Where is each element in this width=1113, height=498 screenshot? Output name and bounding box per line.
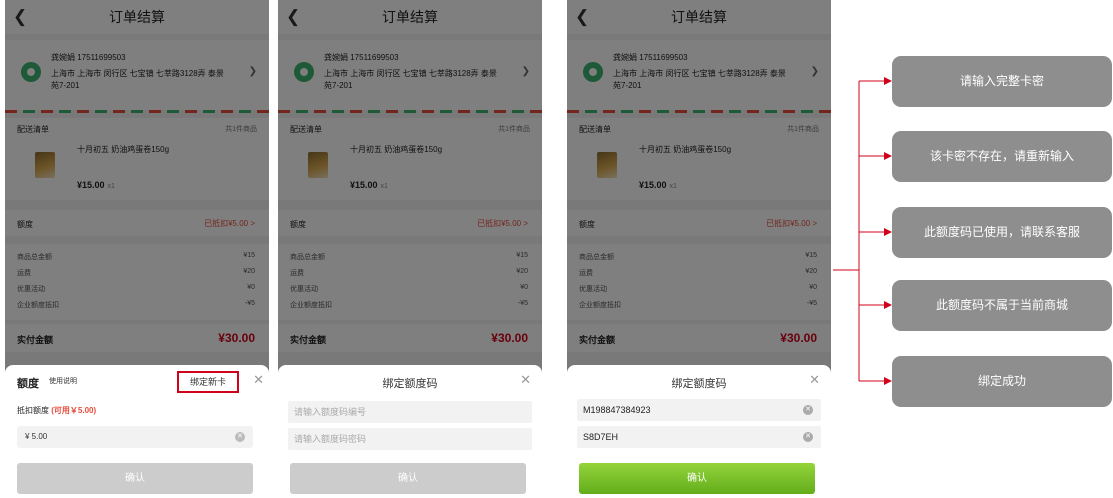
sheet-title: 绑定额度码 [671, 378, 727, 390]
code-password-input[interactable] [577, 426, 821, 448]
amount-input[interactable]: ¥ 5.00 ✕ [17, 426, 253, 448]
code-number-input[interactable] [288, 401, 532, 423]
phone-screen-bind-filled: ❮ 订单结算 龚婉娟 17511699503 上海市 上海市 闵行区 七宝镇 七… [567, 0, 831, 498]
available-amount: (可用￥5.00) [51, 406, 97, 415]
clear-icon[interactable]: ✕ [235, 432, 245, 442]
bind-code-sheet: 绑定额度码 ✕ 确认 [278, 365, 542, 498]
clear-icon[interactable]: ✕ [803, 432, 813, 442]
close-icon[interactable]: ✕ [809, 372, 820, 388]
amount-value: ¥ 5.00 [25, 432, 48, 441]
code-password-input[interactable] [288, 428, 532, 450]
deduct-label: 抵扣额度 (可用￥5.00) [17, 406, 97, 415]
quota-sheet: 额度 使用说明 绑定新卡 ✕ 抵扣额度 (可用￥5.00) ¥ 5.00 ✕ 确… [5, 365, 269, 498]
message-success: 绑定成功 [892, 356, 1112, 407]
code-number-input[interactable] [577, 399, 821, 421]
clear-icon[interactable]: ✕ [803, 405, 813, 415]
phone-screen-quota: ❮ 订单结算 龚婉娟 17511699503 上海市 上海市 闵行区 七宝镇 七… [5, 0, 269, 498]
bind-code-sheet: 绑定额度码 ✕ ✕ ✕ 确认 [567, 365, 831, 498]
close-icon[interactable]: ✕ [520, 372, 531, 388]
sheet-title: 绑定额度码 [382, 378, 438, 390]
message-incomplete: 请输入完整卡密 [892, 56, 1112, 107]
confirm-button[interactable]: 确认 [17, 463, 253, 494]
message-used: 此额度码已使用，请联系客服 [892, 207, 1112, 258]
phone-screen-bind-empty: ❮ 订单结算 龚婉娟 17511699503 上海市 上海市 闵行区 七宝镇 七… [278, 0, 542, 498]
message-not-exist: 该卡密不存在，请重新输入 [892, 131, 1112, 182]
usage-link[interactable]: 使用说明 [49, 376, 77, 386]
sheet-title: 额度 [17, 378, 39, 390]
close-icon[interactable]: ✕ [253, 372, 264, 388]
bind-new-card-button[interactable]: 绑定新卡 [177, 371, 239, 393]
message-wrong-store: 此额度码不属于当前商城 [892, 280, 1112, 331]
confirm-button[interactable]: 确认 [290, 463, 526, 494]
confirm-button[interactable]: 确认 [579, 463, 815, 494]
